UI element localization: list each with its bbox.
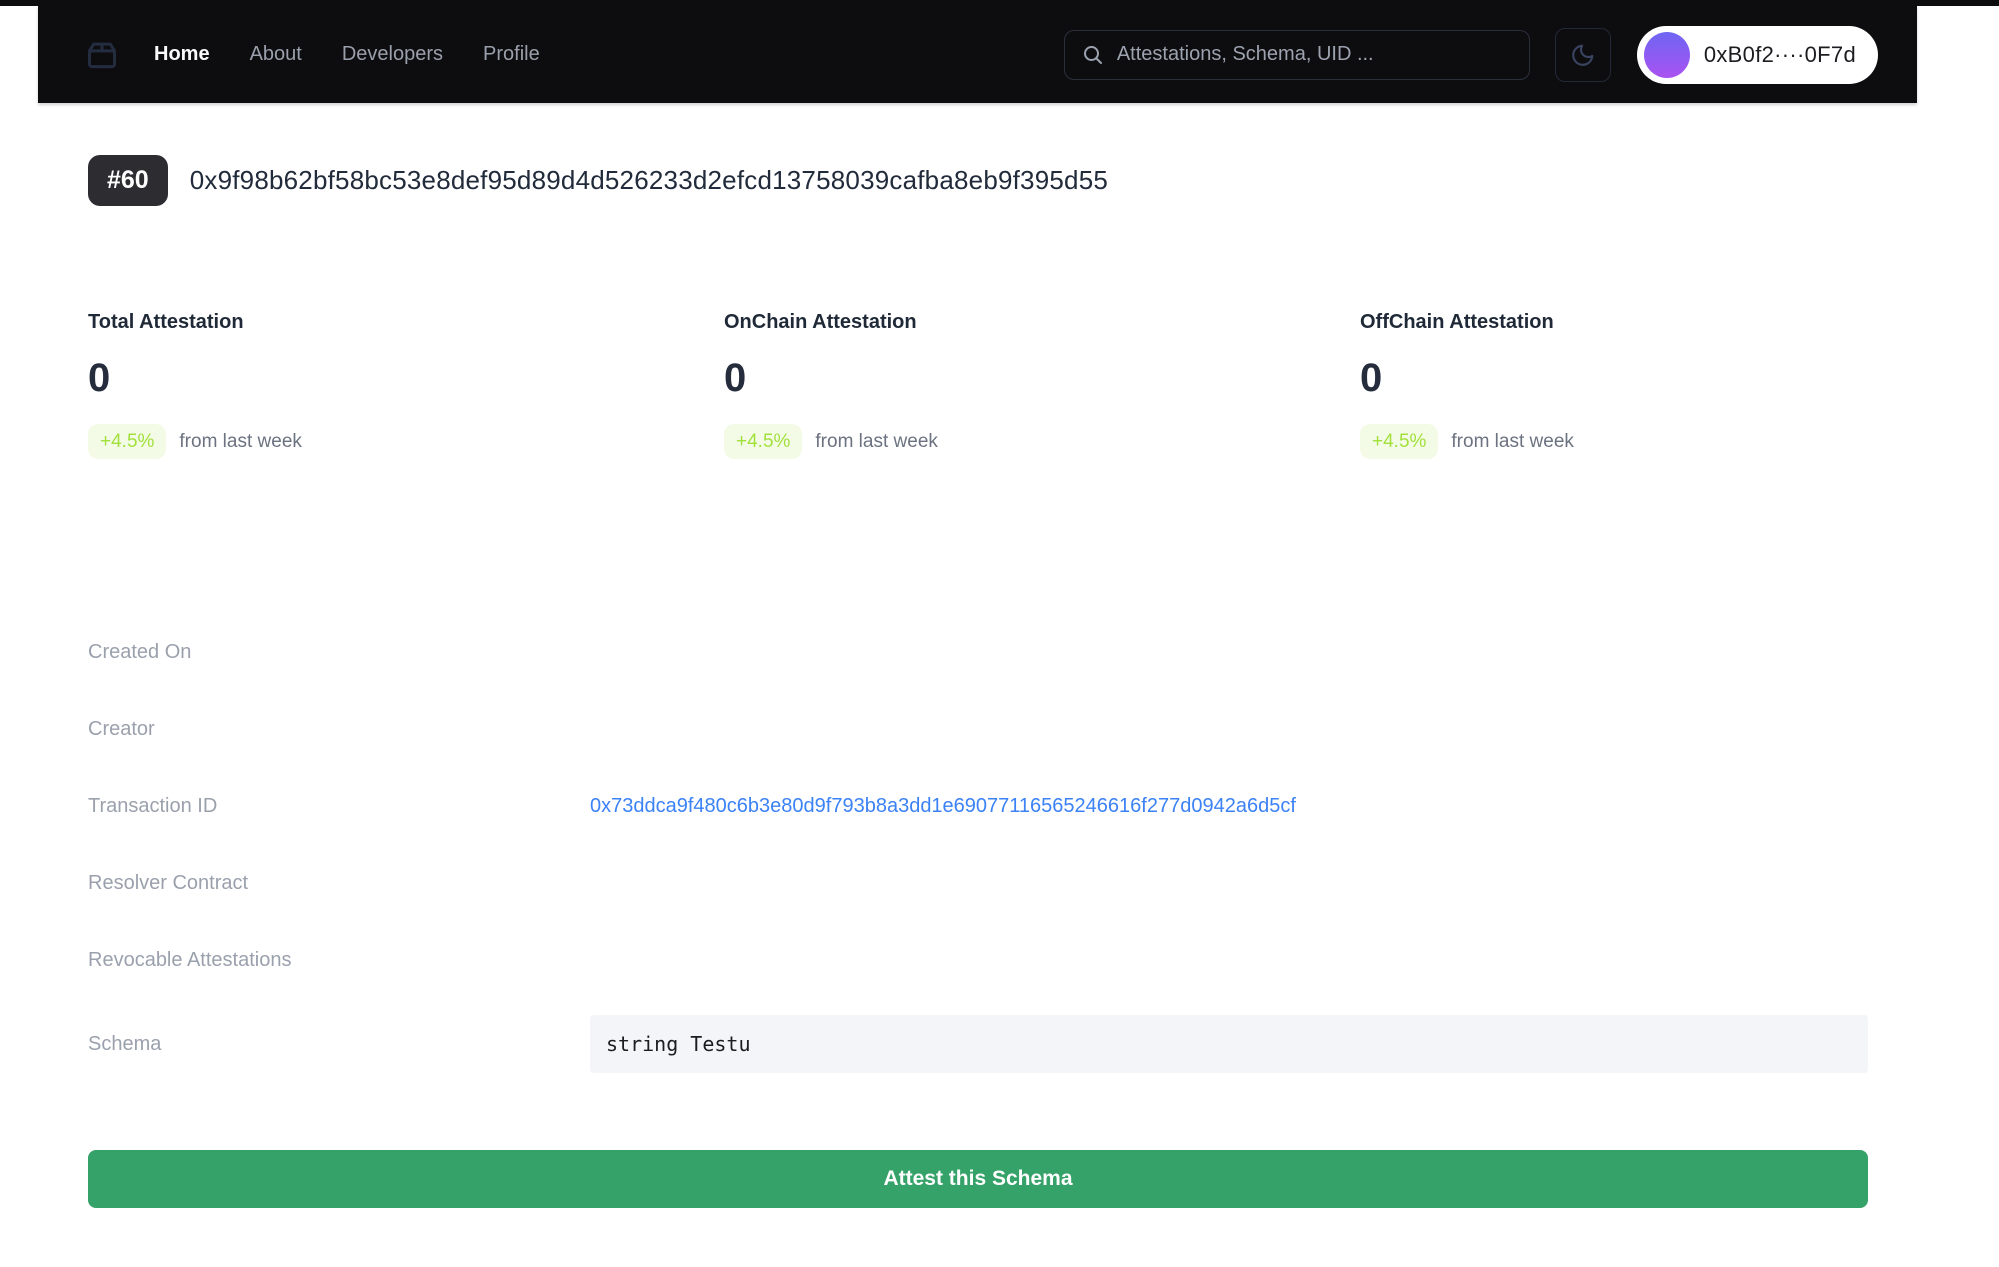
package-icon: [82, 35, 122, 75]
main-content: #60 0x9f98b62bf58bc53e8def95d89d4d526233…: [88, 155, 1868, 1208]
detail-row-resolver-contract: Resolver Contract: [88, 845, 1868, 922]
schema-header: #60 0x9f98b62bf58bc53e8def95d89d4d526233…: [88, 155, 1868, 206]
detail-label: Schema: [88, 1033, 590, 1056]
stats-row: Total Attestation 0 +4.5% from last week…: [88, 310, 1868, 459]
search-box: [1064, 30, 1530, 80]
delta-note: from last week: [815, 431, 937, 453]
schema-code-text: string Testu: [606, 1032, 751, 1056]
stat-card-offchain: OffChain Attestation 0 +4.5% from last w…: [1360, 310, 1868, 459]
nav-link-home[interactable]: Home: [154, 43, 210, 66]
moon-icon: [1569, 41, 1597, 69]
attest-button[interactable]: Attest this Schema: [88, 1150, 1868, 1208]
delta-badge: +4.5%: [1360, 424, 1438, 459]
delta-badge: +4.5%: [88, 424, 166, 459]
transaction-id-link[interactable]: 0x73ddca9f480c6b3e80d9f793b8a3dd1e690771…: [590, 795, 1868, 818]
detail-row-transaction-id: Transaction ID 0x73ddca9f480c6b3e80d9f79…: [88, 768, 1868, 845]
nav-links: Home About Developers Profile: [154, 43, 540, 66]
stat-delta: +4.5% from last week: [1360, 424, 1868, 459]
detail-row-revocable-attestations: Revocable Attestations: [88, 922, 1868, 999]
stat-delta: +4.5% from last week: [724, 424, 1360, 459]
delta-note: from last week: [179, 431, 301, 453]
schema-code-box: string Testu: [590, 1015, 1868, 1073]
wallet-button[interactable]: 0xB0f2····0F7d: [1637, 26, 1878, 84]
delta-note: from last week: [1451, 431, 1573, 453]
brand-logo[interactable]: [82, 35, 122, 75]
stat-label: OnChain Attestation: [724, 310, 1360, 334]
stat-label: OffChain Attestation: [1360, 310, 1868, 334]
stat-value: 0: [1360, 358, 1868, 398]
navbar: Home About Developers Profile 0xB0f2····…: [38, 6, 1917, 103]
detail-row-created-on: Created On: [88, 614, 1868, 691]
schema-uid: 0x9f98b62bf58bc53e8def95d89d4d526233d2ef…: [190, 165, 1108, 196]
stat-value: 0: [724, 358, 1360, 398]
wallet-address: 0xB0f2····0F7d: [1704, 42, 1856, 68]
stat-card-onchain: OnChain Attestation 0 +4.5% from last we…: [724, 310, 1360, 459]
search-input[interactable]: [1117, 43, 1513, 66]
theme-toggle-button[interactable]: [1555, 28, 1611, 82]
detail-label: Revocable Attestations: [88, 949, 590, 972]
avatar: [1644, 32, 1690, 78]
detail-row-schema: Schema string Testu: [88, 999, 1868, 1089]
delta-badge: +4.5%: [724, 424, 802, 459]
detail-label: Created On: [88, 641, 590, 664]
detail-label: Creator: [88, 718, 590, 741]
search-icon: [1081, 43, 1105, 67]
detail-row-creator: Creator: [88, 691, 1868, 768]
nav-link-profile[interactable]: Profile: [483, 43, 540, 66]
nav-link-about[interactable]: About: [250, 43, 302, 66]
stat-card-total: Total Attestation 0 +4.5% from last week: [88, 310, 724, 459]
stat-label: Total Attestation: [88, 310, 724, 334]
stat-delta: +4.5% from last week: [88, 424, 724, 459]
stat-value: 0: [88, 358, 724, 398]
schema-id-badge: #60: [88, 155, 168, 206]
details-list: Created On Creator Transaction ID 0x73dd…: [88, 614, 1868, 1089]
detail-label: Resolver Contract: [88, 872, 590, 895]
nav-link-developers[interactable]: Developers: [342, 43, 443, 66]
detail-label: Transaction ID: [88, 795, 590, 818]
